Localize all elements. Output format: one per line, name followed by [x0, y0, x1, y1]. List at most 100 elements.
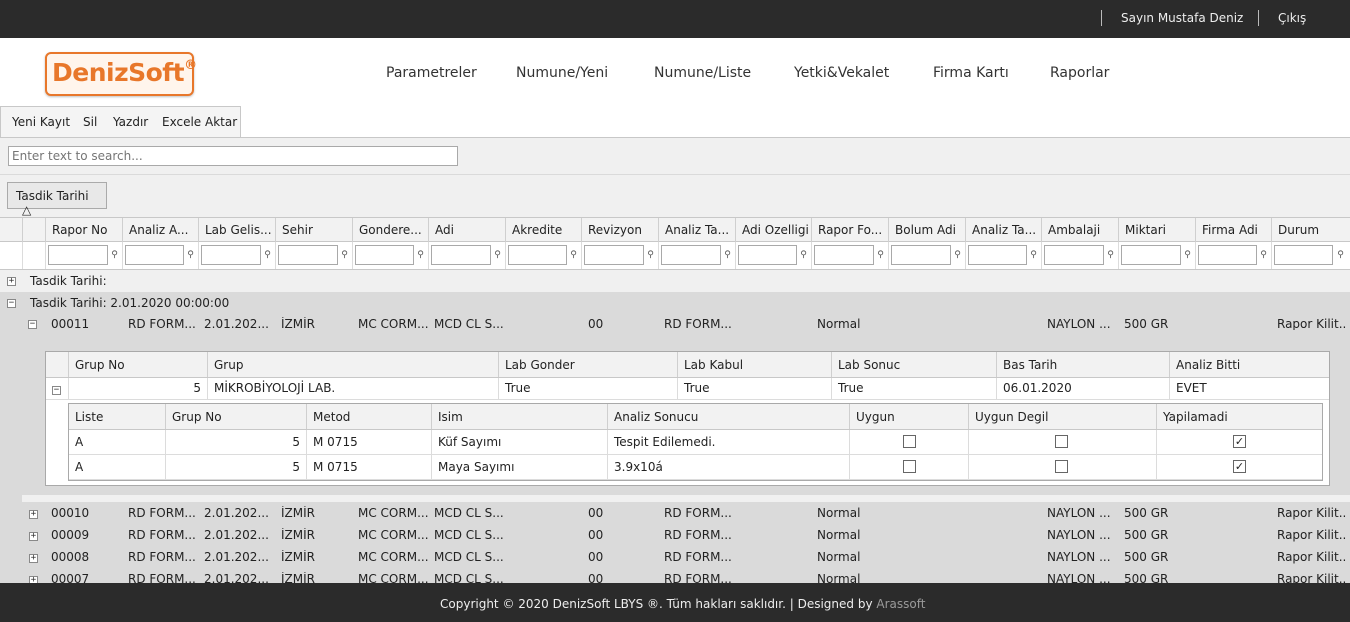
- filter-input[interactable]: [968, 245, 1027, 265]
- filter-icon[interactable]: ⚲: [340, 250, 349, 260]
- filter-icon[interactable]: ⚲: [1183, 250, 1192, 260]
- header-sehir[interactable]: Sehir: [275, 218, 352, 242]
- filter-input[interactable]: [278, 245, 338, 265]
- filter-input[interactable]: [1198, 245, 1257, 265]
- search-input[interactable]: [8, 146, 458, 166]
- filter-input[interactable]: [738, 245, 797, 265]
- print-button[interactable]: Yazdır: [113, 115, 148, 129]
- filter-input[interactable]: [891, 245, 951, 265]
- filter-icon[interactable]: ⚲: [416, 250, 425, 260]
- analysis-header-isim[interactable]: Isim: [431, 404, 607, 429]
- analysis-header-uygun[interactable]: Uygun: [849, 404, 968, 429]
- header-analiz-ta[interactable]: Analiz Ta...: [658, 218, 735, 242]
- header-miktari[interactable]: Miktari: [1118, 218, 1195, 242]
- header-gonderen[interactable]: Gondere...: [352, 218, 428, 242]
- filter-input[interactable]: [508, 245, 567, 265]
- nav-yetki-vekalet[interactable]: Yetki&Vekalet: [794, 65, 889, 81]
- filter-input[interactable]: [48, 245, 108, 265]
- filter-icon[interactable]: ⚲: [1336, 250, 1345, 260]
- analysis-header-yapilamadi[interactable]: Yapilamadi: [1156, 404, 1322, 429]
- expand-plus-icon[interactable]: +: [29, 510, 38, 519]
- collapse-minus-icon[interactable]: −: [52, 386, 61, 395]
- uygun-degil-checkbox[interactable]: [1055, 435, 1068, 448]
- detail-header-lab-gonder[interactable]: Lab Gonder: [498, 352, 677, 377]
- group-row[interactable]: + Tasdik Tarihi:: [0, 270, 1350, 292]
- collapse-minus-icon[interactable]: −: [28, 320, 37, 329]
- filter-icon[interactable]: ⚲: [876, 250, 885, 260]
- filter-icon[interactable]: ⚲: [723, 250, 732, 260]
- filter-icon[interactable]: ⚲: [569, 250, 578, 260]
- delete-button[interactable]: Sil: [83, 115, 97, 129]
- analysis-row[interactable]: A 5 M 0715 Küf Sayımı Tespit Edilemedi. …: [69, 430, 1322, 455]
- filter-input[interactable]: [584, 245, 644, 265]
- table-row[interactable]: − 00011 RD FORM... 2.01.202... İZMİR MC …: [22, 314, 1350, 331]
- header-lab-gelis[interactable]: Lab Gelis...: [198, 218, 275, 242]
- detail-header-grup[interactable]: Grup: [207, 352, 498, 377]
- detail-row[interactable]: − 5 MİKROBİYOLOJİ LAB. True True True 06…: [46, 378, 1329, 400]
- header-firma-adi[interactable]: Firma Adi: [1195, 218, 1271, 242]
- filter-icon[interactable]: ⚲: [110, 250, 119, 260]
- expand-plus-icon[interactable]: +: [7, 277, 16, 286]
- logout-link[interactable]: Çıkış: [1278, 11, 1306, 25]
- expand-plus-icon[interactable]: +: [29, 576, 38, 583]
- header-durum[interactable]: Durum: [1271, 218, 1350, 242]
- nav-numune-yeni[interactable]: Numune/Yeni: [516, 65, 608, 81]
- header-akredite[interactable]: Akredite: [505, 218, 581, 242]
- expand-plus-icon[interactable]: +: [29, 532, 38, 541]
- header-analiz-a[interactable]: Analiz A...: [122, 218, 198, 242]
- filter-input[interactable]: [431, 245, 491, 265]
- table-row[interactable]: + 00007 RD FORM... 2.01.202... İZMİR MC …: [0, 568, 1350, 583]
- logo[interactable]: DenizSoft®: [45, 52, 197, 96]
- designer-link[interactable]: Arassoft: [876, 597, 925, 611]
- uygun-checkbox[interactable]: [903, 460, 916, 473]
- header-adi[interactable]: Adi: [428, 218, 505, 242]
- nav-firma-karti[interactable]: Firma Kartı: [933, 65, 1009, 81]
- uygun-checkbox[interactable]: [903, 435, 916, 448]
- analysis-header-liste[interactable]: Liste: [69, 404, 165, 429]
- detail-header-bas-tarih[interactable]: Bas Tarih: [996, 352, 1169, 377]
- filter-input[interactable]: [1044, 245, 1104, 265]
- header-rapor-no[interactable]: Rapor No: [45, 218, 122, 242]
- filter-input[interactable]: [661, 245, 721, 265]
- filter-icon[interactable]: ⚲: [493, 250, 502, 260]
- filter-icon[interactable]: ⚲: [799, 250, 808, 260]
- filter-input[interactable]: [1121, 245, 1181, 265]
- user-link[interactable]: Sayın Mustafa Deniz: [1121, 11, 1243, 25]
- filter-input[interactable]: [355, 245, 414, 265]
- filter-icon[interactable]: ⚲: [1106, 250, 1115, 260]
- nav-numune-liste[interactable]: Numune/Liste: [654, 65, 751, 81]
- table-row[interactable]: + 00009 RD FORM... 2.01.202... İZMİR MC …: [0, 524, 1350, 546]
- header-rapor-fo[interactable]: Rapor Fo...: [811, 218, 888, 242]
- collapse-minus-icon[interactable]: −: [7, 299, 16, 308]
- nav-parametreler[interactable]: Parametreler: [386, 65, 477, 81]
- header-ambalaji[interactable]: Ambalaji: [1041, 218, 1118, 242]
- detail-header-lab-sonuc[interactable]: Lab Sonuc: [831, 352, 996, 377]
- analysis-header-uygun-degil[interactable]: Uygun Degil: [968, 404, 1156, 429]
- header-bolum-adi[interactable]: Bolum Adi: [888, 218, 965, 242]
- expand-plus-icon[interactable]: +: [29, 554, 38, 563]
- analysis-row[interactable]: A 5 M 0715 Maya Sayımı 3.9x10á ✓: [69, 455, 1322, 480]
- filter-icon[interactable]: ⚲: [646, 250, 655, 260]
- header-adi-ozelligi[interactable]: Adi Ozelligi: [735, 218, 811, 242]
- table-row[interactable]: + 00008 RD FORM... 2.01.202... İZMİR MC …: [0, 546, 1350, 568]
- header-revizyon[interactable]: Revizyon: [581, 218, 658, 242]
- filter-icon[interactable]: ⚲: [263, 250, 272, 260]
- filter-icon[interactable]: ⚲: [953, 250, 962, 260]
- new-record-button[interactable]: Yeni Kayıt: [12, 115, 70, 129]
- analysis-header-sonuc[interactable]: Analiz Sonucu: [607, 404, 849, 429]
- group-chip-tasdik-tarihi[interactable]: Tasdik Tarihi △: [7, 182, 107, 217]
- excel-export-button[interactable]: Excele Aktar: [162, 115, 237, 129]
- yapilamadi-checkbox[interactable]: ✓: [1233, 435, 1246, 448]
- analysis-header-metod[interactable]: Metod: [306, 404, 431, 429]
- nav-raporlar[interactable]: Raporlar: [1050, 65, 1109, 81]
- filter-input[interactable]: [814, 245, 874, 265]
- detail-header-analiz-bitti[interactable]: Analiz Bitti: [1169, 352, 1329, 377]
- yapilamadi-checkbox[interactable]: ✓: [1233, 460, 1246, 473]
- filter-icon[interactable]: ⚲: [1029, 250, 1038, 260]
- detail-header-lab-kabul[interactable]: Lab Kabul: [677, 352, 831, 377]
- filter-icon[interactable]: ⚲: [186, 250, 195, 260]
- header-analiz-ta-2[interactable]: Analiz Ta...: [965, 218, 1041, 242]
- filter-icon[interactable]: ⚲: [1259, 250, 1268, 260]
- table-row[interactable]: + 00010 RD FORM... 2.01.202... İZMİR MC …: [0, 502, 1350, 524]
- detail-header-grup-no[interactable]: Grup No: [68, 352, 207, 377]
